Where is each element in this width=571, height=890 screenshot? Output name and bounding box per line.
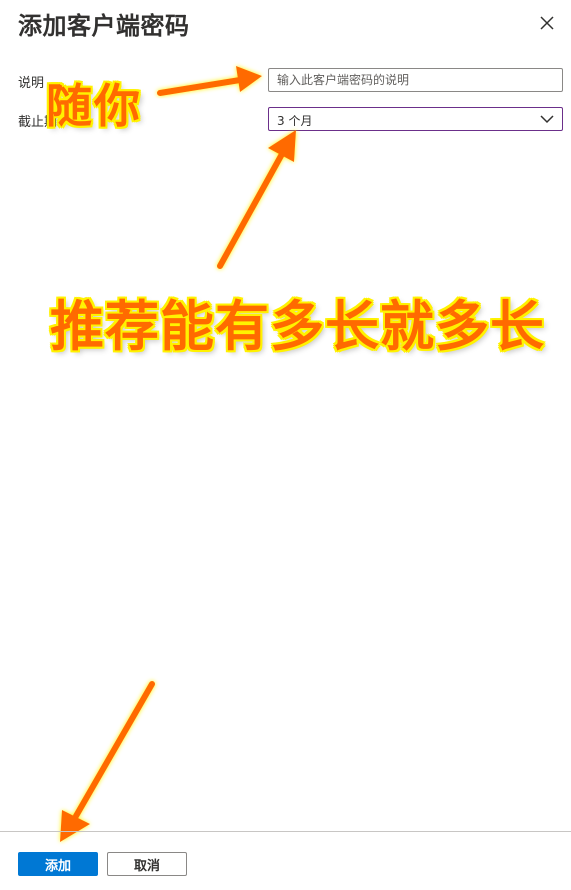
arrow-to-add-button <box>60 681 155 842</box>
annotation-recommend: 推荐能有多长就多长 <box>50 295 545 358</box>
panel-title: 添加客户端密码 <box>18 12 190 40</box>
close-button[interactable] <box>536 12 558 34</box>
add-client-secret-panel: 添加客户端密码 说明 截止期 3 个月 <box>0 0 571 890</box>
expiry-dropdown[interactable]: 3 个月 <box>268 107 563 131</box>
arrow-to-expiry <box>217 130 296 269</box>
expiry-selected-value: 3 个月 <box>277 114 313 128</box>
footer-divider <box>0 831 571 832</box>
close-icon <box>540 16 554 30</box>
description-input[interactable] <box>268 68 563 92</box>
annotation-whatever: 随你 <box>46 79 142 133</box>
chevron-down-icon <box>540 115 554 124</box>
add-button[interactable]: 添加 <box>18 852 98 876</box>
description-label: 说明 <box>18 76 45 91</box>
cancel-button[interactable]: 取消 <box>107 852 187 876</box>
arrow-to-description <box>157 66 262 96</box>
